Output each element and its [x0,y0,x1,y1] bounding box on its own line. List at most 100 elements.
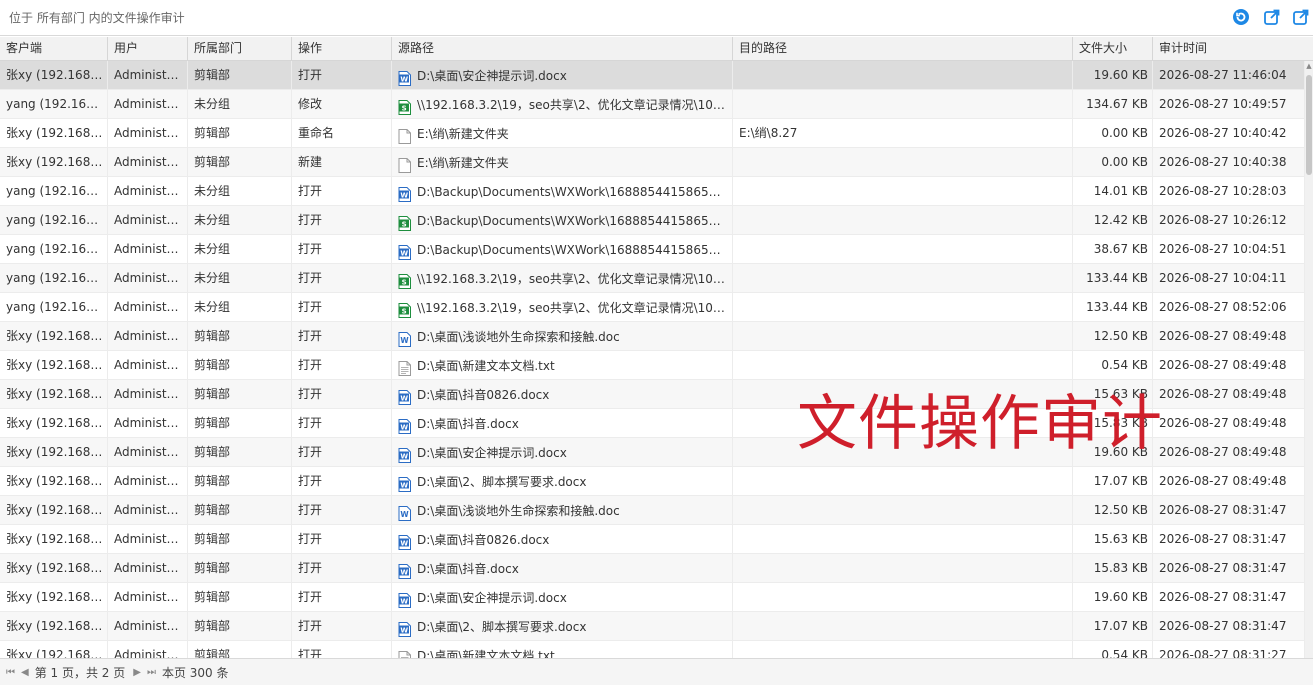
cell-file-size: 0.00 KB [1073,119,1153,148]
source-path-text: D:\桌面\2、脚本撰写要求.docx [417,619,587,634]
first-page-icon[interactable]: ⏮ [6,667,15,678]
column-header-dept[interactable]: 所属部门 [188,37,292,61]
table-row[interactable]: 张xy (192.168.3… Administra… 剪辑部 打开 W D:\桌面\抖音… [0,554,1305,583]
cell-dest-path [733,148,1073,177]
cell-client: yang (192.168.... [0,177,108,206]
cell-dept: 未分组 [188,293,292,322]
table-row[interactable]: 张xy (192.168.3… Administra… 剪辑部 打开 W D:\桌面\浅谈… [0,322,1305,351]
cell-operation: 打开 [292,351,392,380]
table-row[interactable]: 张xy (192.168.3… Administra… 剪辑部 打开 W D:\桌面\抖音… [0,525,1305,554]
cell-operation: 打开 [292,641,392,658]
svg-text:W: W [400,452,408,460]
cell-source-path: W D:\桌面\抖音0826.docx [392,380,733,409]
vertical-scrollbar[interactable]: ▲ [1305,61,1313,658]
column-header-file-size[interactable]: 文件大小 [1073,37,1153,61]
cell-client: 张xy (192.168.3… [0,148,108,177]
cell-user: Administra… [108,235,188,264]
svg-text:S: S [402,278,407,286]
table-row[interactable]: 张xy (192.168.3… Administra… 剪辑部 打开 W D:\桌面\安企… [0,583,1305,612]
word-file-icon: W [398,387,411,405]
cell-dest-path [733,351,1073,380]
cell-dest-path [733,467,1073,496]
table-row[interactable]: yang (192.168.... Administra… 未分组 打开 S \\192.… [0,264,1305,293]
table-row[interactable]: 张xy (192.168.3… Administra… 剪辑部 打开 W D:\桌面\2、… [0,467,1305,496]
column-header-client[interactable]: 客户端 [0,37,108,61]
cell-audit-time: 2026-08-27 08:31:47 [1153,496,1305,525]
source-path-text: E:\绡\新建文件夹 [417,126,509,141]
svg-text:S: S [402,220,407,228]
export-icon[interactable] [1263,8,1281,26]
cell-dept: 未分组 [188,206,292,235]
cell-dest-path [733,641,1073,658]
svg-text:W: W [400,191,408,199]
table-row[interactable]: 张xy (192.168.3… Administra… 剪辑部 打开 W D:\桌面\2、… [0,612,1305,641]
cell-file-size: 0.54 KB [1073,641,1153,658]
table-row[interactable]: 张xy (192.168.3… Administra… 剪辑部 重命名 E:\绡\新建文… [0,119,1305,148]
cell-dept: 剪辑部 [188,583,292,612]
svg-text:W: W [400,423,408,431]
refresh-icon[interactable] [1232,8,1250,26]
cell-client: yang (192.168.... [0,206,108,235]
table-row[interactable]: yang (192.168.... Administra… 未分组 修改 S \\192.… [0,90,1305,119]
cell-source-path: S D:\Backup\Documents\WXWork\168885441586… [392,206,733,235]
watermark-title: 文件操作审计 [797,389,1163,459]
cell-dest-path [733,583,1073,612]
column-header-source-path[interactable]: 源路径 [392,37,733,61]
cell-audit-time: 2026-08-27 10:28:03 [1153,177,1305,206]
svg-text:S: S [402,307,407,315]
column-header-dest-path[interactable]: 目的路径 [733,37,1073,61]
table-row[interactable]: 张xy (192.168.3… Administra… 剪辑部 打开 D:\桌面\新建文… [0,351,1305,380]
table-row[interactable]: 张xy (192.168.3… Administra… 剪辑部 新建 E:\绡\新建文件… [0,148,1305,177]
table-row[interactable]: 张xy (192.168.3… Administra… 剪辑部 打开 W D:\桌面\安企… [0,61,1305,90]
cell-user: Administra… [108,322,188,351]
scroll-up-icon[interactable]: ▲ [1305,61,1313,71]
cell-user: Administra… [108,380,188,409]
cell-dest-path [733,235,1073,264]
cell-dept: 剪辑部 [188,119,292,148]
cell-dept: 剪辑部 [188,409,292,438]
table-row[interactable]: yang (192.168.... Administra… 未分组 打开 W D:\Bac… [0,235,1305,264]
cell-user: Administra… [108,409,188,438]
table-row[interactable]: yang (192.168.... Administra… 未分组 打开 S D:\Bac… [0,206,1305,235]
cell-user: Administra… [108,496,188,525]
cell-operation: 打开 [292,409,392,438]
table-row[interactable]: yang (192.168.... Administra… 未分组 打开 S \\192.… [0,293,1305,322]
column-header-operation[interactable]: 操作 [292,37,392,61]
table-row[interactable]: 张xy (192.168.3… Administra… 剪辑部 打开 D:\桌面\新建文… [0,641,1305,658]
cell-dest-path [733,90,1073,119]
cell-user: Administra… [108,641,188,658]
export-all-icon[interactable] [1292,8,1310,26]
last-page-icon[interactable]: ⏭ [147,667,156,678]
cell-file-size: 133.44 KB [1073,293,1153,322]
cell-dept: 剪辑部 [188,612,292,641]
word-file-icon: W [398,619,411,637]
cell-client: 张xy (192.168.3… [0,409,108,438]
table-row[interactable]: 张xy (192.168.3… Administra… 剪辑部 打开 W D:\桌面\浅谈… [0,496,1305,525]
svg-text:W: W [400,394,408,402]
text-file-icon [398,358,411,376]
cell-dest-path: E:\绡\8.27 [733,119,1073,148]
grid-body: 张xy (192.168.3… Administra… 剪辑部 打开 W D:\桌面\安企… [0,61,1305,658]
column-header-audit-time[interactable]: 审计时间 [1153,37,1313,61]
cell-file-size: 38.67 KB [1073,235,1153,264]
column-header-user[interactable]: 用户 [108,37,188,61]
folder-file-icon [398,155,411,173]
cell-user: Administra… [108,612,188,641]
scroll-thumb[interactable] [1306,75,1312,175]
cell-dept: 剪辑部 [188,351,292,380]
next-page-icon[interactable]: ▶ [133,667,141,678]
cell-dest-path [733,496,1073,525]
cell-file-size: 15.63 KB [1073,525,1153,554]
cell-client: 张xy (192.168.3… [0,525,108,554]
cell-audit-time: 2026-08-27 08:49:48 [1153,438,1305,467]
cell-file-size: 12.50 KB [1073,322,1153,351]
svg-text:W: W [400,481,408,489]
cell-source-path: S \\192.168.3.2\19，seo共享\2、优化文章记录情况\10、..… [392,90,733,119]
cell-dept: 未分组 [188,177,292,206]
cell-dest-path [733,554,1073,583]
cell-source-path: W D:\桌面\抖音0826.docx [392,525,733,554]
cell-file-size: 17.07 KB [1073,467,1153,496]
prev-page-icon[interactable]: ◀ [21,667,29,678]
table-row[interactable]: yang (192.168.... Administra… 未分组 打开 W D:\Bac… [0,177,1305,206]
cell-source-path: W D:\Backup\Documents\WXWork\168885441586… [392,177,733,206]
